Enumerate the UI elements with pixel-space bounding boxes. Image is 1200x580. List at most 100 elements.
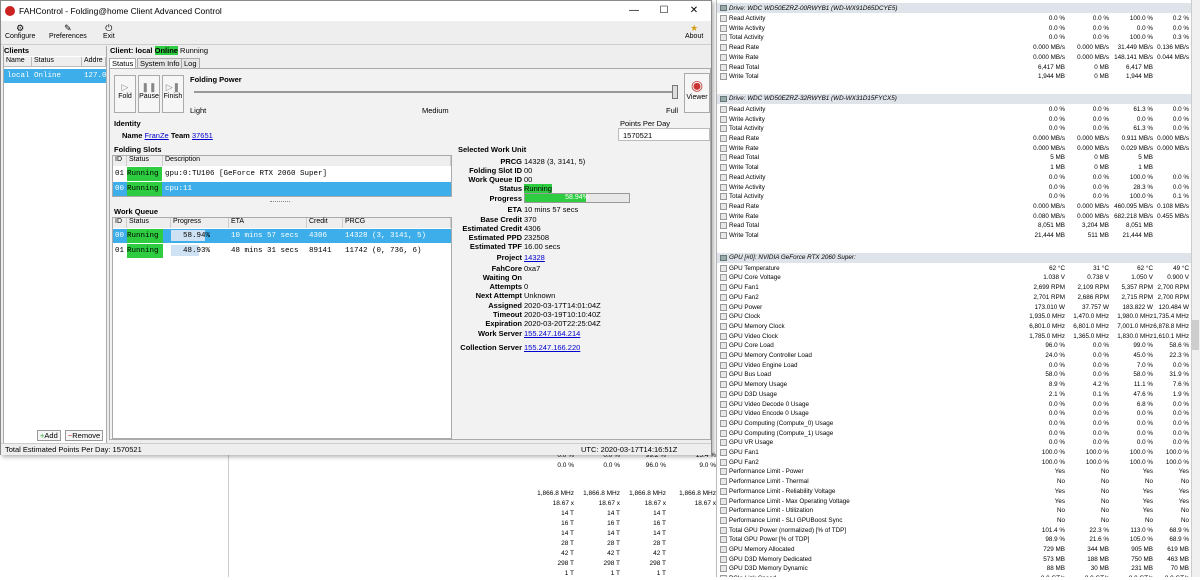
sensor-row[interactable]: Write Activity 0.0 % 0.0 % 0.0 % 0.0 % xyxy=(717,24,1191,34)
clients-col-name[interactable]: Name xyxy=(4,57,32,67)
wq-row[interactable]: 01 Running 48.93% 48 mins 31 secs 89141 11742… xyxy=(113,244,451,258)
sensor-row[interactable]: Total GPU Power (normalized) [% of TDP] 1… xyxy=(717,526,1191,536)
sensor-section-header[interactable]: GPU [#0]: NVIDIA GeForce RTX 2060 Super: xyxy=(717,252,1191,263)
wu-project-link[interactable]: 14328 xyxy=(524,253,545,262)
sensor-row[interactable]: Performance Limit - Reliability Voltage Y… xyxy=(717,487,1191,497)
sensor-icon xyxy=(720,144,727,152)
sensor-section-header[interactable]: Drive: WDC WD50EZRZ-32RWYB1 (WD-WX31D15F… xyxy=(717,93,1191,104)
sensor-row[interactable]: GPU Fan2 100.0 % 100.0 % 100.0 % 100.0 % xyxy=(717,458,1191,468)
sensor-row[interactable]: Write Total 21,444 MB 511 MB 21,444 MB xyxy=(717,231,1191,241)
scrollbar-thumb[interactable] xyxy=(1192,320,1199,350)
sensor-name: GPU Video Encode 0 Usage xyxy=(729,410,809,418)
slots-col-status[interactable]: Status xyxy=(127,156,163,166)
sensor-value: 31.9 % xyxy=(1169,371,1189,379)
sensor-row[interactable]: GPU D3D Memory Dedicated 573 MB 188 MB 750 … xyxy=(717,555,1191,565)
sensor-row[interactable]: Write Total 1,944 MB 0 MB 1,944 MB xyxy=(717,72,1191,82)
sensor-row[interactable]: GPU Temperature 62 °C 31 °C 62 °C 49 °C xyxy=(717,264,1191,274)
sensor-row[interactable]: GPU Memory Usage 8.9 % 4.2 % 11.1 % 7.6 % xyxy=(717,380,1191,390)
slots-col-id[interactable]: ID xyxy=(113,156,127,166)
wq-row[interactable]: 00 Running 58.94% 10 mins 57 secs 4306 14328 … xyxy=(113,229,451,243)
sensor-row[interactable]: GPU Power 173.010 W 37.757 W 183.822 W 120.4… xyxy=(717,303,1191,313)
sensor-row[interactable]: GPU Fan1 100.0 % 100.0 % 100.0 % 100.0 % xyxy=(717,448,1191,458)
sensor-row[interactable]: GPU Bus Load 58.0 % 0.0 % 58.0 % 31.9 % xyxy=(717,370,1191,380)
slot-row[interactable]: 00 Running cpu:11 xyxy=(113,182,451,196)
sensor-row[interactable]: GPU Computing (Compute_1) Usage 0.0 % 0.0 … xyxy=(717,429,1191,439)
splitter-handle[interactable] xyxy=(270,201,290,203)
sensor-row[interactable]: GPU Fan1 2,699 RPM 2,109 RPM 5,357 RPM 2,700… xyxy=(717,283,1191,293)
identity-team-link[interactable]: 37651 xyxy=(192,131,213,140)
add-client-button[interactable]: +Add xyxy=(37,430,61,441)
wq-col-eta[interactable]: ETA xyxy=(229,218,307,228)
close-button[interactable]: ✕ xyxy=(679,1,709,21)
sensor-row[interactable]: Total Activity 0.0 % 0.0 % 61.3 % 0.0 % xyxy=(717,124,1191,134)
sensor-row[interactable]: GPU Clock 1,935.0 MHz 1,470.0 MHz 1,980.0 M… xyxy=(717,312,1191,322)
sensor-row[interactable]: GPU Memory Clock 6,801.0 MHz 6,801.0 MHz 7,… xyxy=(717,322,1191,332)
sensor-row[interactable]: Performance Limit - Power Yes No Yes Yes xyxy=(717,467,1191,477)
sensor-row[interactable]: Read Total 8,051 MB 3,204 MB 8,051 MB xyxy=(717,221,1191,231)
sensor-row[interactable]: GPU Video Engine Load 0.0 % 0.0 % 7.0 % 0.0 … xyxy=(717,361,1191,371)
preferences-button[interactable]: ✎ Preferences xyxy=(49,23,87,40)
sensor-row[interactable]: Read Rate 0.000 MB/s 0.000 MB/s 460.095 MB/… xyxy=(717,202,1191,212)
sensor-row[interactable]: GPU Core Voltage 1.038 V 0.738 V 1.050 V 0.9… xyxy=(717,273,1191,283)
wu-label: Collection Server xyxy=(460,343,522,352)
wq-col-credit[interactable]: Credit xyxy=(307,218,343,228)
clients-col-address[interactable]: Addre xyxy=(82,57,106,67)
sensor-row[interactable]: Performance Limit - Thermal No No No No xyxy=(717,477,1191,487)
sensor-row[interactable]: Write Activity 0.0 % 0.0 % 28.3 % 0.0 % xyxy=(717,183,1191,193)
sensor-row[interactable]: Performance Limit - Utilization No No Yes No xyxy=(717,506,1191,516)
maximize-button[interactable]: ☐ xyxy=(649,1,679,21)
sensor-row[interactable]: Write Activity 0.0 % 0.0 % 0.0 % 0.0 % xyxy=(717,115,1191,125)
finish-button[interactable]: ▷❚ Finish xyxy=(162,75,184,113)
sensor-row[interactable]: Read Rate 0.000 MB/s 0.000 MB/s 0.911 MB/s 0… xyxy=(717,134,1191,144)
wq-col-progress[interactable]: Progress xyxy=(171,218,229,228)
exit-button[interactable]: ⏻ Exit xyxy=(103,23,115,40)
sensor-row[interactable]: Write Rate 0.000 MB/s 0.000 MB/s 0.029 MB/s… xyxy=(717,144,1191,154)
sensor-row[interactable]: GPU Core Load 96.0 % 0.0 % 99.0 % 58.6 % xyxy=(717,341,1191,351)
sensor-row[interactable]: GPU D3D Usage 2.1 % 0.1 % 47.6 % 1.9 % xyxy=(717,390,1191,400)
slot-row[interactable]: 01 Running gpu:0:TU106 [GeForce RTX 2060… xyxy=(113,167,451,181)
sensor-row[interactable]: GPU Video Decode 0 Usage 0.0 % 0.0 % 6.8 % 0… xyxy=(717,400,1191,410)
fold-button[interactable]: ▷ Fold xyxy=(114,75,136,113)
sensor-row[interactable]: GPU Video Encode 0 Usage 0.0 % 0.0 % 0.0 % 0… xyxy=(717,409,1191,419)
identity-name-link[interactable]: FranZe xyxy=(145,131,169,140)
sensor-row[interactable]: Read Rate 0.000 MB/s 0.000 MB/s 31.449 MB/s… xyxy=(717,43,1191,53)
sensor-row[interactable]: Read Total 5 MB 0 MB 5 MB xyxy=(717,153,1191,163)
sensor-scrollbar[interactable] xyxy=(1191,0,1200,577)
sensor-row[interactable]: Total GPU Power [% of TDP] 98.9 % 21.6 % 10… xyxy=(717,535,1191,545)
sensor-row[interactable]: Performance Limit - Max Operating Voltag… xyxy=(717,497,1191,507)
sensor-row[interactable]: Read Activity 0.0 % 0.0 % 61.3 % 0.0 % xyxy=(717,105,1191,115)
sensor-row[interactable]: Read Total 6,417 MB 0 MB 6,417 MB xyxy=(717,63,1191,73)
sensor-row[interactable]: Write Total 1 MB 0 MB 1 MB xyxy=(717,163,1191,173)
sensor-row[interactable]: Total Activity 0.0 % 0.0 % 100.0 % 0.3 % xyxy=(717,33,1191,43)
sensor-row[interactable]: Read Activity 0.0 % 0.0 % 100.0 % 0.0 % xyxy=(717,173,1191,183)
sensor-row[interactable]: GPU VR Usage 0.0 % 0.0 % 0.0 % 0.0 % xyxy=(717,438,1191,448)
sensor-row[interactable]: Write Rate 0.080 MB/s 0.000 MB/s 682.218 MB… xyxy=(717,212,1191,222)
pause-button[interactable]: ❚❚ Pause xyxy=(138,75,160,113)
sensor-row[interactable]: GPU Computing (Compute_0) Usage 0.0 % 0.0 … xyxy=(717,419,1191,429)
sensor-row[interactable]: GPU Video Clock 1,785.0 MHz 1,365.0 MHz 1,8… xyxy=(717,332,1191,342)
about-button[interactable]: ★ About xyxy=(685,23,703,40)
slots-col-description[interactable]: Description xyxy=(163,156,451,166)
configure-button[interactable]: ⚙ Configure xyxy=(5,23,35,40)
wq-col-id[interactable]: ID xyxy=(113,218,127,228)
sensor-row[interactable]: Read Activity 0.0 % 0.0 % 100.0 % 0.2 % xyxy=(717,14,1191,24)
slot-description: gpu:0:TU106 [GeForce RTX 2060 Super] xyxy=(165,170,328,178)
viewer-button[interactable]: ◉ Viewer xyxy=(684,73,710,113)
sensor-row[interactable]: Total Activity 0.0 % 0.0 % 100.0 % 0.1 % xyxy=(717,192,1191,202)
sensor-row[interactable]: Performance Limit - SLI GPUBoost Sync No N… xyxy=(717,516,1191,526)
sensor-row[interactable]: GPU Memory Controller Load 24.0 % 0.0 % 45.… xyxy=(717,351,1191,361)
sensor-row[interactable]: Write Rate 0.000 MB/s 0.000 MB/s 148.141 MB… xyxy=(717,53,1191,63)
minimize-button[interactable]: — xyxy=(619,1,649,21)
wq-col-status[interactable]: Status xyxy=(127,218,171,228)
folding-power-slider[interactable] xyxy=(672,85,678,99)
client-row-local[interactable]: local Online 127.0 xyxy=(4,69,107,83)
sensor-row[interactable]: GPU Memory Allocated 729 MB 344 MB 905 MB 61… xyxy=(717,545,1191,555)
sensor-row[interactable]: GPU D3D Memory Dynamic 88 MB 30 MB 231 MB 70… xyxy=(717,564,1191,574)
remove-client-button[interactable]: −Remove xyxy=(64,430,104,441)
wu-collection-server-link[interactable]: 155.247.166.220 xyxy=(524,343,580,352)
sensor-row[interactable]: GPU Fan2 2,701 RPM 2,686 RPM 2,715 RPM 2,700… xyxy=(717,293,1191,303)
clients-col-status[interactable]: Status xyxy=(32,57,82,67)
client-name: local xyxy=(7,72,30,80)
sensor-section-header[interactable]: Drive: WDC WD50EZRZ-00RWYB1 (WD-WX91D65D… xyxy=(717,3,1191,13)
wu-work-server-link[interactable]: 155.247.164.214 xyxy=(524,329,580,338)
